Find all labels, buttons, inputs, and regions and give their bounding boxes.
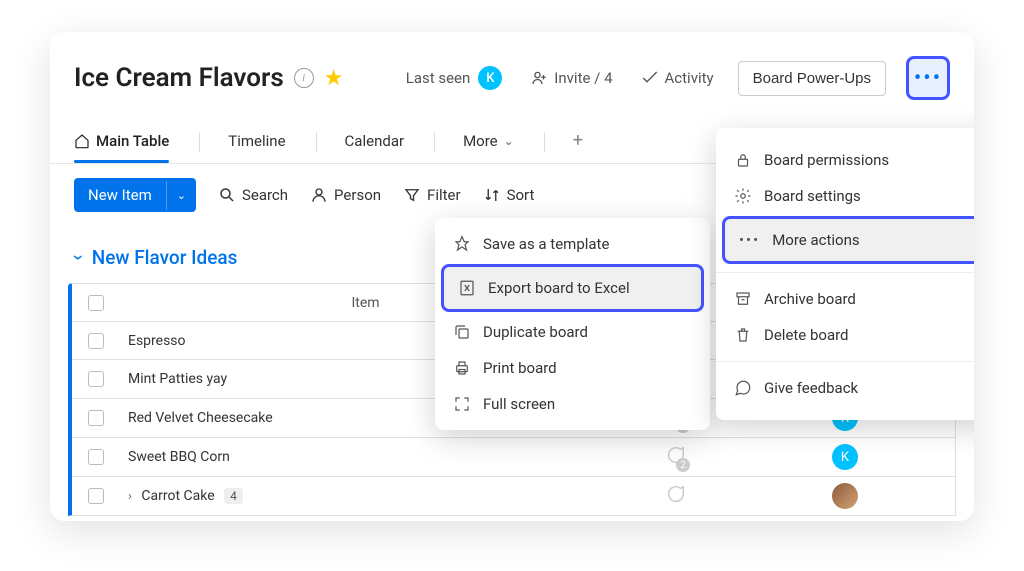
menu-export-excel[interactable]: Export board to Excel: [441, 264, 704, 312]
menu-label: Delete board: [764, 326, 849, 344]
owner-avatar[interactable]: [832, 483, 858, 509]
tab-label: More: [463, 132, 498, 150]
filter-label: Filter: [427, 186, 461, 204]
trash-icon: [734, 326, 752, 344]
person-label: Person: [334, 186, 381, 204]
activity-icon: [641, 69, 659, 87]
add-view-button[interactable]: +: [573, 120, 583, 163]
gear-icon: [734, 187, 752, 205]
new-item-label: New Item: [74, 178, 166, 212]
menu-permissions[interactable]: Board permissions: [716, 142, 974, 178]
print-icon: [453, 359, 471, 377]
export-icon: [458, 279, 476, 297]
menu-label: Print board: [483, 359, 557, 377]
chevron-down-icon: ⌄: [504, 134, 514, 148]
last-seen[interactable]: Last seen K: [406, 66, 503, 90]
duplicate-icon: [453, 323, 471, 341]
menu-duplicate[interactable]: Duplicate board: [435, 314, 710, 350]
tab-main-table[interactable]: Main Table: [74, 122, 169, 162]
search-button[interactable]: Search: [218, 186, 288, 204]
star-icon[interactable]: ★: [324, 66, 344, 91]
info-icon[interactable]: i: [294, 68, 314, 88]
board-container: Ice Cream Flavors i ★ Last seen K Invite…: [50, 32, 974, 521]
menu-more-actions[interactable]: ••• More actions ›: [722, 216, 974, 264]
avatar-icon: K: [478, 66, 502, 90]
menu-separator: [716, 361, 974, 362]
table-row[interactable]: › Carrot Cake 4: [72, 477, 955, 515]
pin-icon: [453, 235, 471, 253]
more-actions-submenu: Save as a template Export board to Excel…: [435, 218, 710, 430]
comments-icon[interactable]: [664, 483, 686, 509]
menu-fullscreen[interactable]: Full screen: [435, 386, 710, 422]
row-checkbox[interactable]: [88, 488, 104, 504]
person-filter-button[interactable]: Person: [310, 186, 381, 204]
activity-label: Activity: [665, 69, 714, 87]
last-seen-label: Last seen: [406, 69, 471, 87]
menu-separator: [716, 272, 974, 273]
sort-label: Sort: [507, 186, 535, 204]
menu-print[interactable]: Print board: [435, 350, 710, 386]
menu-label: Archive board: [764, 290, 856, 308]
menu-label: Board permissions: [764, 151, 889, 169]
comment-count: 2: [676, 458, 690, 472]
menu-label: Save as a template: [483, 235, 609, 253]
filter-icon: [403, 186, 421, 204]
table-row[interactable]: Sweet BBQ Corn 2 K: [72, 438, 955, 477]
row-checkbox[interactable]: [88, 371, 104, 387]
item-name[interactable]: › Carrot Cake 4: [116, 482, 615, 510]
search-icon: [218, 186, 236, 204]
menu-delete[interactable]: Delete board: [716, 317, 974, 353]
chevron-down-icon: ›: [67, 255, 90, 261]
lock-icon: [734, 151, 752, 169]
subitem-count: 4: [224, 488, 243, 504]
archive-icon: [734, 290, 752, 308]
comments-icon[interactable]: 2: [664, 444, 686, 470]
more-options-button[interactable]: •••: [906, 56, 950, 100]
menu-label: Duplicate board: [483, 323, 588, 341]
menu-archive[interactable]: Archive board: [716, 281, 974, 317]
menu-save-template[interactable]: Save as a template: [435, 226, 710, 262]
tab-label: Main Table: [96, 132, 169, 150]
menu-label: More actions: [772, 231, 859, 249]
menu-settings[interactable]: Board settings ›: [716, 178, 974, 214]
horizontal-dots-icon: •••: [914, 66, 942, 91]
board-title: Ice Cream Flavors: [74, 63, 284, 93]
menu-label: Export board to Excel: [488, 279, 630, 297]
home-icon: [74, 133, 90, 149]
menu-label: Board settings: [764, 187, 861, 205]
filter-button[interactable]: Filter: [403, 186, 461, 204]
row-checkbox[interactable]: [88, 410, 104, 426]
board-header: Ice Cream Flavors i ★ Last seen K Invite…: [50, 56, 974, 100]
select-all-checkbox[interactable]: [88, 295, 104, 311]
sort-button[interactable]: Sort: [483, 186, 535, 204]
row-checkbox[interactable]: [88, 333, 104, 349]
expand-subitems-icon[interactable]: ›: [128, 489, 132, 504]
menu-feedback[interactable]: Give feedback: [716, 370, 974, 406]
owner-avatar[interactable]: K: [832, 444, 858, 470]
menu-label: Full screen: [483, 395, 555, 413]
item-name[interactable]: Sweet BBQ Corn: [116, 443, 615, 471]
feedback-icon: [734, 379, 752, 397]
activity-button[interactable]: Activity: [641, 69, 714, 87]
group-name: New Flavor Ideas: [92, 246, 238, 269]
menu-label: Give feedback: [764, 379, 858, 397]
person-icon: [310, 186, 328, 204]
invite-label: Invite / 4: [554, 69, 612, 87]
person-plus-icon: [530, 69, 548, 87]
tab-timeline[interactable]: Timeline: [228, 122, 285, 162]
tab-calendar[interactable]: Calendar: [345, 122, 405, 162]
board-menu: Board permissions Board settings › ••• M…: [716, 128, 974, 420]
sort-icon: [483, 186, 501, 204]
powerups-button[interactable]: Board Power-Ups: [738, 61, 886, 96]
new-item-button[interactable]: New Item ⌄: [74, 178, 196, 212]
fullscreen-icon: [453, 395, 471, 413]
tab-more[interactable]: More ⌄: [463, 122, 514, 162]
horizontal-dots-icon: •••: [739, 231, 760, 249]
chevron-down-icon[interactable]: ⌄: [166, 181, 196, 210]
search-label: Search: [242, 186, 288, 204]
invite-button[interactable]: Invite / 4: [530, 69, 612, 87]
row-checkbox[interactable]: [88, 449, 104, 465]
